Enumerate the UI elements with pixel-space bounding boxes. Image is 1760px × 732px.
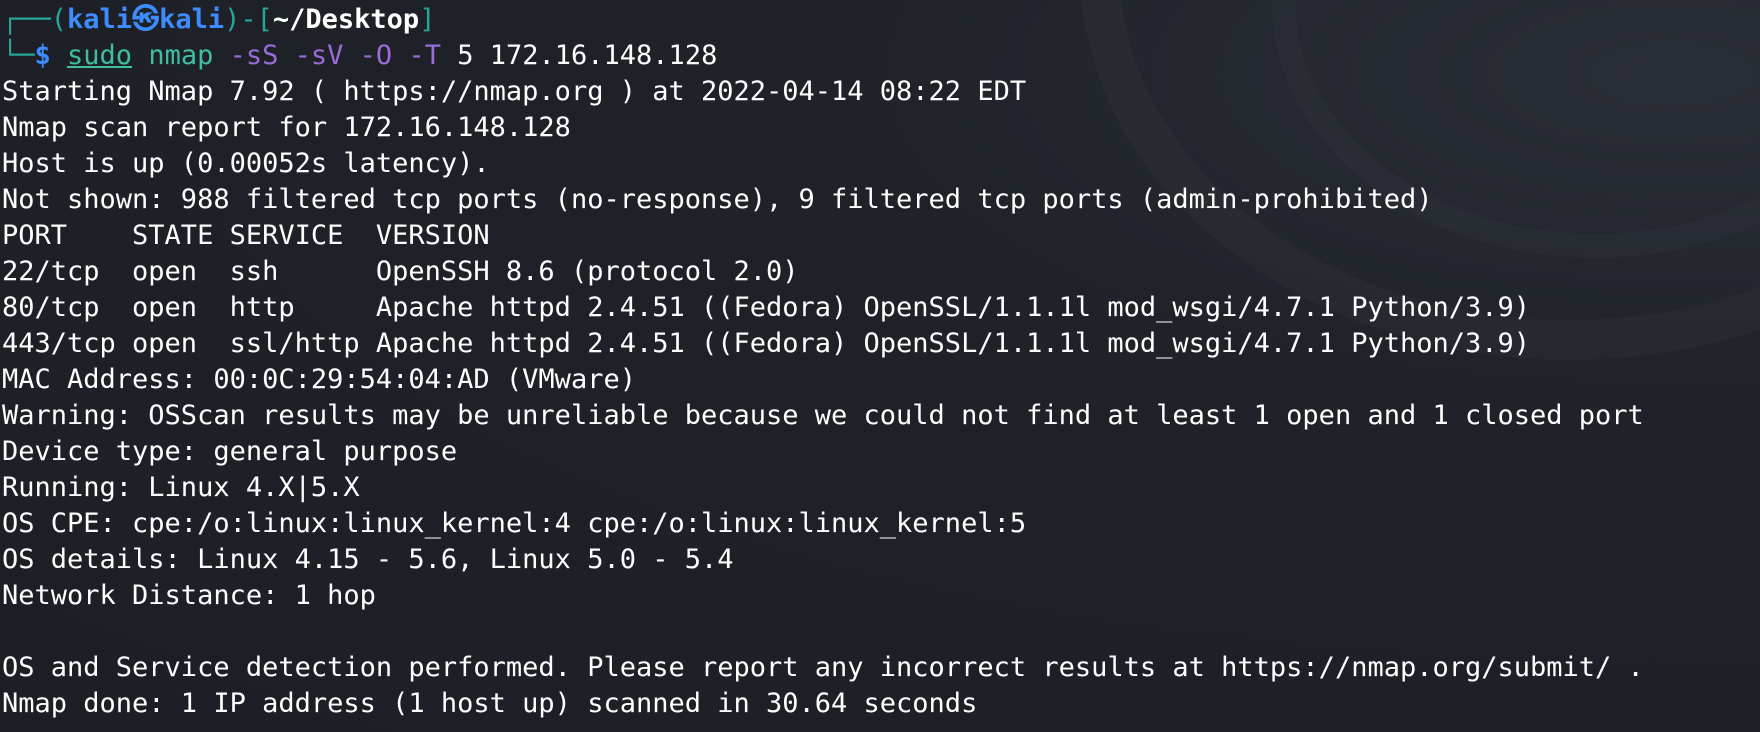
- output-line-blank: [2, 614, 1760, 650]
- prompt-user: kali: [67, 4, 133, 35]
- prompt-bracket-close: ]: [419, 4, 436, 35]
- port-table-row: 443/tcp open ssl/http Apache httpd 2.4.5…: [2, 328, 1531, 359]
- output-line-detection-performed: OS and Service detection performed. Plea…: [2, 652, 1644, 683]
- flag-t: -T: [392, 40, 441, 71]
- output-line-starting: Starting Nmap 7.92 ( https://nmap.org ) …: [2, 76, 1027, 107]
- command-nmap: nmap: [148, 40, 214, 71]
- output-line-mac: MAC Address: 00:0C:29:54:04:AD (VMware): [2, 364, 636, 395]
- flag-ss: -sS: [213, 40, 279, 71]
- prompt-line2-prefix: └─: [2, 40, 35, 71]
- command-sudo: sudo: [67, 40, 133, 71]
- prompt-at-icon: ㉿: [132, 4, 160, 35]
- prompt-separator: )-[: [224, 4, 273, 35]
- output-line-device-type: Device type: general purpose: [2, 436, 458, 467]
- prompt-bracket-open: ┌──(: [2, 4, 68, 35]
- port-table-row: 22/tcp open ssh OpenSSH 8.6 (protocol 2.…: [2, 256, 799, 287]
- output-line-os-cpe: OS CPE: cpe:/o:linux:linux_kernel:4 cpe:…: [2, 508, 1027, 539]
- output-line-scan-report: Nmap scan report for 172.16.148.128: [2, 112, 571, 143]
- flag-sv: -sV: [278, 40, 344, 71]
- prompt-path: ~/Desktop: [272, 4, 420, 35]
- flag-o: -O: [343, 40, 393, 71]
- command-space: [132, 40, 148, 71]
- output-line-os-details: OS details: Linux 4.15 - 5.6, Linux 5.0 …: [2, 544, 734, 575]
- output-line-not-shown: Not shown: 988 filtered tcp ports (no-re…: [2, 184, 1433, 215]
- prompt-dollar: $: [34, 40, 68, 71]
- terminal-output: ┌──(kali㉿kali)-[~/Desktop] └─$ sudo nmap…: [2, 2, 1760, 722]
- prompt-line-1: ┌──(kali㉿kali)-[~/Desktop]: [2, 2, 1760, 38]
- output-line-nmap-done: Nmap done: 1 IP address (1 host up) scan…: [2, 688, 978, 719]
- prompt-line-2[interactable]: └─$ sudo nmap -sS -sV -O -T 5 172.16.148…: [2, 38, 1760, 74]
- prompt-host: kali: [159, 4, 225, 35]
- port-table-row: 80/tcp open http Apache httpd 2.4.51 ((F…: [2, 292, 1531, 323]
- output-line-running: Running: Linux 4.X|5.X: [2, 472, 360, 503]
- command-args: 5 172.16.148.128: [440, 40, 718, 71]
- output-line-network-distance: Network Distance: 1 hop: [2, 580, 376, 611]
- port-table-header: PORT STATE SERVICE VERSION: [2, 220, 490, 251]
- terminal-window[interactable]: ┌──(kali㉿kali)-[~/Desktop] └─$ sudo nmap…: [0, 0, 1760, 732]
- output-line-host-up: Host is up (0.00052s latency).: [2, 148, 490, 179]
- output-line-warning: Warning: OSScan results may be unreliabl…: [2, 400, 1644, 431]
